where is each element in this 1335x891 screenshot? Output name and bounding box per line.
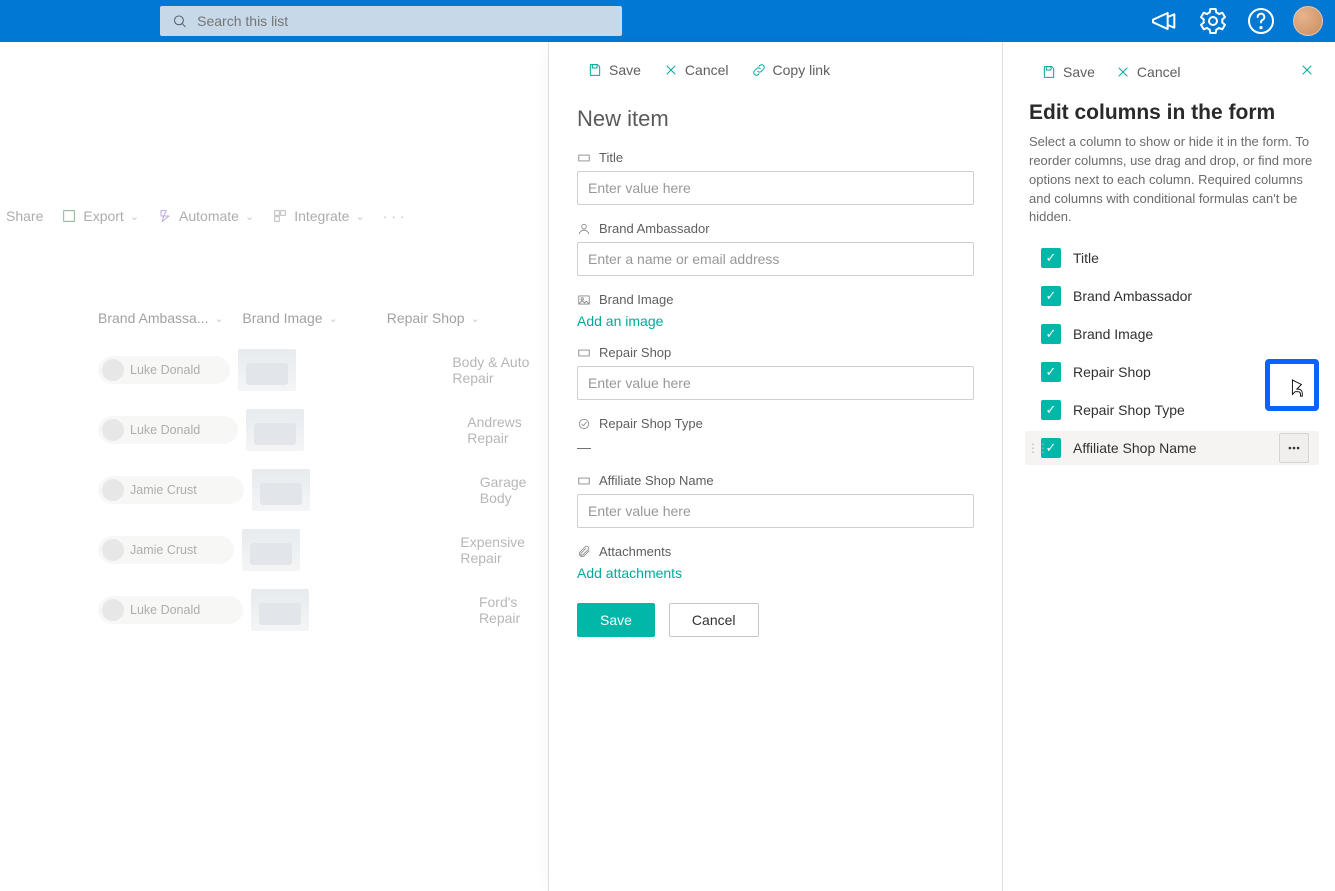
shop-cell: Andrews Repair [467, 414, 560, 446]
person-pill[interactable]: Jamie Crust [98, 476, 244, 504]
close-icon [1299, 62, 1315, 78]
chevron-down-icon: ⌄ [355, 210, 364, 223]
table-row[interactable]: Luke DonaldFord's Repair [0, 580, 560, 640]
help-icon[interactable] [1245, 5, 1277, 37]
checkbox[interactable]: ✓ [1041, 362, 1061, 382]
image-thumbnail [242, 529, 300, 571]
new-item-panel: Save Cancel Copy link New item Title Bra… [548, 42, 1002, 891]
avatar-icon [102, 479, 124, 501]
affiliate-input[interactable] [577, 494, 974, 528]
megaphone-icon[interactable] [1149, 5, 1181, 37]
avatar-icon [102, 599, 124, 621]
column-list: ⋮⋮✓Title⋮⋮✓Brand Ambassador⋮⋮✓Brand Imag… [1025, 241, 1319, 465]
shop-cell: Expensive Repair [460, 534, 560, 566]
col-header-shop[interactable]: Repair Shop ⌄ [387, 310, 560, 326]
settings-icon[interactable] [1197, 5, 1229, 37]
panel-cancel-button[interactable]: Cancel [655, 58, 737, 82]
person-pill[interactable]: Luke Donald [98, 356, 230, 384]
avatar-icon [102, 539, 124, 561]
image-thumbnail [251, 589, 309, 631]
edit-cancel-button[interactable]: Cancel [1107, 60, 1189, 84]
column-row[interactable]: ⋮⋮✓Title [1025, 241, 1319, 275]
column-row[interactable]: ⋮⋮✓Repair Shop [1025, 355, 1319, 389]
checkbox[interactable]: ✓ [1041, 324, 1061, 344]
shop-input[interactable] [577, 366, 974, 400]
person-pill[interactable]: Jamie Crust [98, 536, 234, 564]
close-panel-button[interactable] [1295, 58, 1319, 85]
automate-button[interactable]: Automate⌄ [157, 208, 254, 224]
column-row[interactable]: ⋮⋮✓Brand Ambassador [1025, 279, 1319, 313]
chevron-down-icon: ⌄ [130, 210, 139, 223]
checkbox[interactable]: ✓ [1041, 248, 1061, 268]
avatar-icon [102, 359, 124, 381]
shop-cell: Body & Auto Repair [452, 354, 560, 386]
table-row[interactable]: Luke Donald Andrews Repair [0, 400, 560, 460]
table-row[interactable]: Luke Donald Body & Auto Repair [0, 340, 560, 400]
search-box[interactable] [160, 6, 622, 36]
shoptype-value[interactable]: — [577, 437, 974, 457]
panel-save-button[interactable]: Save [579, 58, 649, 82]
column-row[interactable]: ⋮⋮✓Brand Image [1025, 317, 1319, 351]
column-label: Repair Shop [1073, 364, 1151, 380]
image-label: Brand Image [577, 292, 974, 307]
title-label: Title [577, 150, 974, 165]
column-label: Brand Image [1073, 326, 1153, 342]
search-icon [172, 13, 187, 29]
col-header-ambassador[interactable]: Brand Ambassa... ⌄ [98, 310, 242, 326]
drag-handle-icon[interactable]: ⋮⋮ [1027, 441, 1047, 455]
checkbox[interactable]: ✓ [1041, 286, 1061, 306]
edit-save-button[interactable]: Save [1033, 60, 1103, 84]
ambassador-input[interactable] [577, 242, 974, 276]
ambassador-label: Brand Ambassador [577, 221, 974, 236]
image-thumbnail [252, 469, 310, 511]
chevron-down-icon: ⌄ [245, 210, 254, 223]
user-avatar[interactable] [1293, 6, 1323, 36]
list-grid: Brand Ambassa... ⌄ Brand Image ⌄ Repair … [0, 310, 560, 640]
share-button[interactable]: Share [6, 208, 43, 224]
column-label: Affiliate Shop Name [1073, 440, 1196, 456]
table-row[interactable]: Jamie Crust Expensive Repair [0, 520, 560, 580]
edit-columns-panel: Save Cancel Edit columns in the form Sel… [1002, 42, 1335, 891]
column-row[interactable]: ⋮⋮✓Affiliate Shop Name [1025, 431, 1319, 465]
integrate-button[interactable]: Integrate⌄ [272, 208, 364, 224]
column-label: Title [1073, 250, 1099, 266]
cancel-button[interactable]: Cancel [669, 603, 759, 637]
add-image-link[interactable]: Add an image [577, 313, 974, 329]
more-commands[interactable]: · · · [383, 208, 405, 224]
edit-heading: Edit columns in the form [1029, 101, 1319, 125]
shop-label: Repair Shop [577, 345, 974, 360]
person-pill[interactable]: Luke Donald [98, 416, 238, 444]
search-input[interactable] [195, 12, 610, 30]
table-row[interactable]: Jamie CrustGarage Body [0, 460, 560, 520]
panel-heading: New item [577, 106, 1002, 132]
column-more-button[interactable] [1279, 433, 1309, 463]
column-label: Brand Ambassador [1073, 288, 1192, 304]
col-header-image[interactable]: Brand Image ⌄ [242, 310, 386, 326]
avatar-icon [102, 419, 124, 441]
export-button[interactable]: Export⌄ [61, 208, 139, 224]
attachments-label: Attachments [577, 544, 974, 559]
image-thumbnail [246, 409, 304, 451]
column-label: Repair Shop Type [1073, 402, 1185, 418]
add-attachments-link[interactable]: Add attachments [577, 565, 974, 581]
person-pill[interactable]: Luke Donald [98, 596, 243, 624]
checkbox[interactable]: ✓ [1041, 400, 1061, 420]
copy-link-button[interactable]: Copy link [743, 58, 839, 82]
column-row[interactable]: ⋮⋮✓Repair Shop Type [1025, 393, 1319, 427]
suite-header [0, 0, 1335, 42]
edit-description: Select a column to show or hide it in th… [1029, 133, 1313, 227]
shoptype-label: Repair Shop Type [577, 416, 974, 431]
title-input[interactable] [577, 171, 974, 205]
image-thumbnail [238, 349, 296, 391]
affiliate-label: Affiliate Shop Name [577, 473, 974, 488]
save-button[interactable]: Save [577, 603, 655, 637]
